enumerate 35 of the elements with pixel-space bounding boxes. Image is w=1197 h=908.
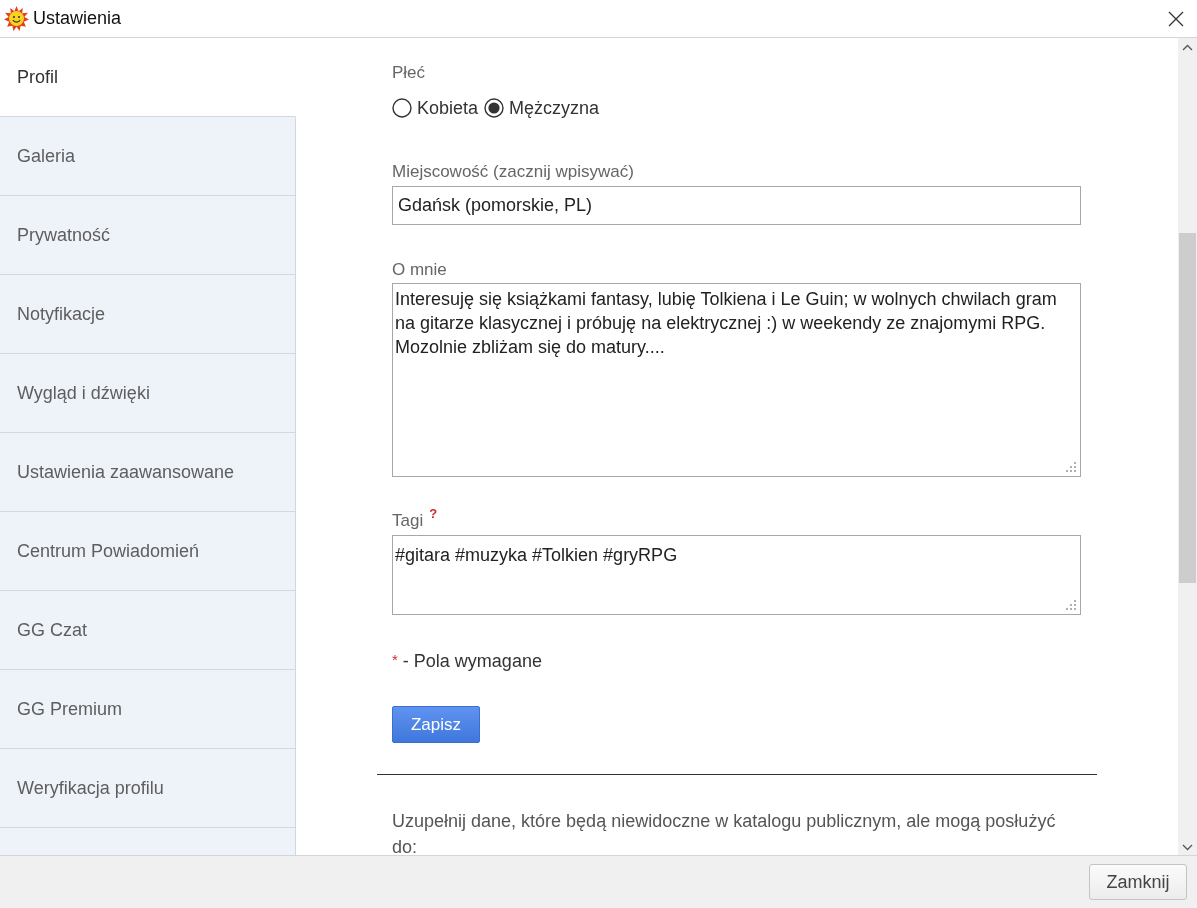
radio-label[interactable]: Mężczyzna <box>509 97 600 119</box>
help-mark[interactable]: ? <box>429 506 438 521</box>
window-title: Ustawienia <box>33 8 122 29</box>
sidebar-item[interactable]: Galeria <box>0 117 296 196</box>
sidebar-item[interactable]: Notyfikacje <box>0 275 296 354</box>
required-note: - Pola wymagane <box>402 650 542 672</box>
sidebar-item[interactable]: Prywatność <box>0 196 296 275</box>
scrollbar-thumb[interactable] <box>1179 233 1196 583</box>
field-label: Tagi <box>392 511 424 530</box>
close-icon[interactable] <box>1168 10 1184 27</box>
field-label: Miejscowość (zacznij wpisywać) <box>392 162 635 182</box>
sidebar-item[interactable]: Centrum Powiadomień <box>0 512 296 591</box>
radio-button[interactable] <box>484 98 505 118</box>
sidebar-item[interactable]: Wygląd i dźwięki <box>0 354 296 433</box>
field-label: O mnie <box>392 260 448 280</box>
smiling-sun-icon <box>4 6 29 31</box>
sidebar-item[interactable]: GG Czat <box>0 591 296 670</box>
resize-grip-icon[interactable] <box>1066 600 1076 610</box>
info-paragraph: Uzupełnij dane, które będą niewidoczne w katalogu publicznym, ale mogą posłużyć do: <box>392 810 1057 855</box>
field-label: Płeć <box>392 63 427 83</box>
save-button[interactable]: Zapisz <box>392 706 480 743</box>
sidebar-item[interactable]: GG Premium <box>0 670 296 749</box>
city-input[interactable]: Gdańsk (pomorskie, PL) <box>392 186 1081 225</box>
tags-textarea[interactable]: #gitara #muzyka #Tolkien #gryRPG <box>392 535 1081 615</box>
about-textarea[interactable]: Interesuję się książkami fantasy, lubię Tolkiena i Le Guin; w wolnych chwilach gram na gitarze klasycznej i próbuję na elektrycznej :) w weekendy ze znajomymi RPG. Mozolnie zbliżam się do matury.... <box>392 283 1081 477</box>
radio-label[interactable]: Kobieta <box>417 97 479 119</box>
required-asterisk: * <box>392 650 398 668</box>
radio-button[interactable] <box>392 98 412 118</box>
scrollbar[interactable] <box>1178 38 1197 855</box>
sidebar-item[interactable]: Ustawienia zaawansowane <box>0 433 296 512</box>
chevron-down-icon[interactable] <box>1182 844 1193 851</box>
chevron-up-icon[interactable] <box>1182 44 1193 51</box>
resize-grip-icon[interactable] <box>1066 462 1076 472</box>
close-button[interactable]: Zamknij <box>1089 864 1187 900</box>
sidebar-item[interactable]: Weryfikacja profilu <box>0 749 296 828</box>
